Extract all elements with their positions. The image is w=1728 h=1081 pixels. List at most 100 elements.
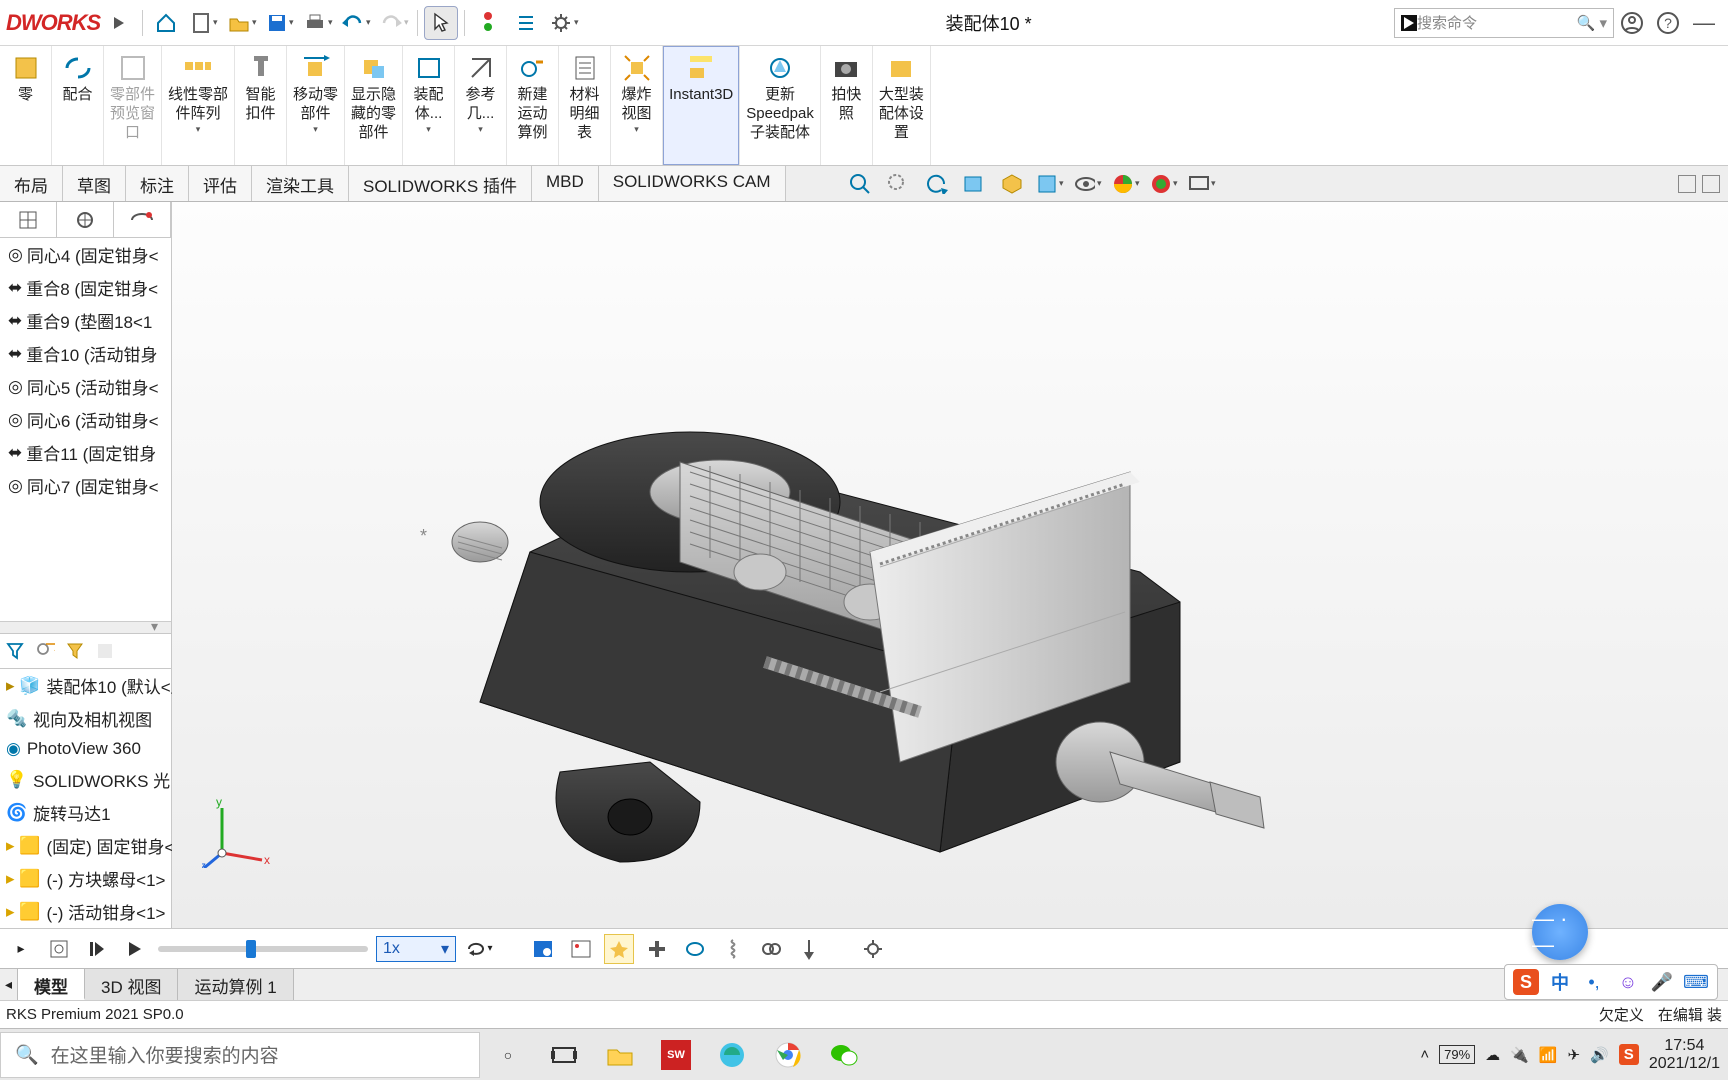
task-explorer-icon[interactable] [592, 1029, 648, 1081]
tab-scroll-left[interactable]: ◂ [0, 969, 18, 1000]
task-solidworks-icon[interactable]: SW [648, 1029, 704, 1081]
volume-icon[interactable]: 🔊 [1590, 1046, 1609, 1064]
spring-icon[interactable] [718, 934, 748, 964]
mate-item[interactable]: ⬌重合8 (固定钳身< [0, 271, 171, 304]
tab-layout[interactable]: 布局 [0, 166, 63, 201]
ribbon-smart-fastener[interactable]: 智能扣件 [235, 46, 287, 165]
undo-icon[interactable] [339, 6, 373, 40]
filter-icon[interactable] [0, 636, 30, 666]
print-icon[interactable] [301, 6, 335, 40]
select-icon[interactable] [424, 6, 458, 40]
tree-asm[interactable]: ▸ 🧊装配体10 (默认<显示 [0, 669, 171, 702]
btab-motion[interactable]: 运动算例 1 [178, 969, 293, 1000]
ribbon-ref-geom[interactable]: 参考几...▾ [455, 46, 507, 165]
task-taskview-icon[interactable] [536, 1029, 592, 1081]
3d-viewport[interactable]: * [172, 202, 1728, 928]
ribbon-explode[interactable]: 爆炸视图▾ [611, 46, 663, 165]
ribbon-mate[interactable]: 配合 [52, 46, 104, 165]
tab-evaluate[interactable]: 评估 [189, 166, 252, 201]
tab-annotate[interactable]: 标注 [126, 166, 189, 201]
key-auto-icon[interactable] [604, 934, 634, 964]
user-icon[interactable] [1614, 5, 1650, 41]
ribbon-new-motion[interactable]: 新建运动算例 [507, 46, 559, 165]
panel-left-icon[interactable] [1678, 175, 1696, 193]
slider-handle[interactable] [246, 940, 256, 958]
ime-tray-icon[interactable]: S [1619, 1044, 1639, 1065]
task-cortana-icon[interactable]: ○ [480, 1029, 536, 1081]
assistant-fab[interactable]: — · — [1532, 904, 1588, 960]
tree-motor[interactable]: 🌀旋转马达1 [0, 796, 171, 829]
tab-sketch[interactable]: 草图 [63, 166, 126, 201]
tree-part[interactable]: ▸ 🟨(固定) 固定钳身< [0, 829, 171, 862]
mate-item[interactable]: ◎同心4 (固定钳身< [0, 238, 171, 271]
ribbon-component[interactable]: 零 [0, 46, 52, 165]
traffic-icon[interactable] [471, 6, 505, 40]
mate-item[interactable]: ⬌重合9 (垫圈18<1 [0, 304, 171, 337]
motor-icon[interactable] [680, 934, 710, 964]
gear-icon[interactable] [547, 6, 581, 40]
result-filter-icon[interactable] [60, 636, 90, 666]
zoom-fit-icon[interactable] [846, 170, 874, 198]
ribbon-instant3d[interactable]: Instant3D [663, 46, 740, 165]
tab-plugins[interactable]: SOLIDWORKS 插件 [349, 166, 532, 201]
power-icon[interactable]: 🔌 [1510, 1046, 1529, 1064]
panel-right-icon[interactable] [1702, 175, 1720, 193]
ribbon-bom[interactable]: 材料明细表 [559, 46, 611, 165]
gravity-icon[interactable] [794, 934, 824, 964]
taskbar-clock[interactable]: 17:54 2021/12/1 [1649, 1037, 1720, 1072]
ribbon-large-asm[interactable]: 大型装配体设置 [873, 46, 931, 165]
tab-cam[interactable]: SOLIDWORKS CAM [599, 166, 786, 201]
ribbon-pattern[interactable]: 线性零部件阵列▾ [162, 46, 235, 165]
task-edge-icon[interactable] [704, 1029, 760, 1081]
tree-photoview[interactable]: ◉PhotoView 360 [0, 735, 171, 763]
hide-show-icon[interactable] [1074, 170, 1102, 198]
render-anim-icon[interactable] [566, 934, 596, 964]
tree-lights[interactable]: 💡SOLIDWORKS 光 [0, 763, 171, 796]
tree-part[interactable]: ▸ 🟨(-) 方块螺母<1> [0, 862, 171, 895]
ribbon-snapshot[interactable]: 拍快照 [821, 46, 873, 165]
home-icon[interactable] [149, 6, 183, 40]
help-icon[interactable]: ? [1650, 5, 1686, 41]
save-icon[interactable] [263, 6, 297, 40]
redo-icon[interactable] [377, 6, 411, 40]
ime-keyboard-icon[interactable]: ⌨ [1683, 969, 1709, 995]
task-chrome-icon[interactable] [760, 1029, 816, 1081]
minimize-icon[interactable]: — [1686, 5, 1722, 41]
tray-up-icon[interactable]: ˄ [1420, 1046, 1429, 1063]
section-icon[interactable] [960, 170, 988, 198]
play-icon[interactable] [120, 934, 150, 964]
ribbon-assembly-feat[interactable]: 装配体...▾ [403, 46, 455, 165]
tree-part[interactable]: ▸ 🟨(-) 活动钳身<1> [0, 895, 171, 928]
list-icon[interactable] [509, 6, 543, 40]
appearance-icon[interactable] [1112, 170, 1140, 198]
speed-field[interactable]: 1x▾ [376, 936, 456, 962]
key-icon[interactable] [90, 636, 120, 666]
view-orient-icon[interactable] [998, 170, 1026, 198]
prev-view-icon[interactable] [922, 170, 950, 198]
add-key-icon[interactable] [642, 934, 672, 964]
airplane-icon[interactable]: ✈ [1568, 1046, 1581, 1064]
wifi-icon[interactable]: 📶 [1539, 1046, 1558, 1064]
command-search[interactable]: 搜索命令 🔍 ▾ [1394, 8, 1614, 38]
play-icon[interactable] [102, 6, 136, 40]
fm-tab-1[interactable] [0, 202, 57, 237]
ime-mic-icon[interactable]: 🎤 [1649, 969, 1675, 995]
onedrive-icon[interactable]: ☁ [1485, 1046, 1500, 1064]
ribbon-move[interactable]: 移动零部件▾ [287, 46, 345, 165]
new-icon[interactable] [187, 6, 221, 40]
fm-tab-3[interactable] [114, 202, 171, 237]
mate-item[interactable]: ◎同心5 (活动钳身< [0, 370, 171, 403]
time-slider[interactable] [158, 946, 368, 952]
ime-bar[interactable]: S 中 •, ☺ 🎤 ⌨ [1504, 964, 1718, 1000]
ime-logo-icon[interactable]: S [1513, 969, 1539, 995]
play-from-start-icon[interactable] [82, 934, 112, 964]
expand-icon[interactable]: ▸ [6, 934, 36, 964]
contact-icon[interactable] [756, 934, 786, 964]
ribbon-speedpak[interactable]: 更新Speedpak子装配体 [740, 46, 821, 165]
task-wechat-icon[interactable] [816, 1029, 872, 1081]
ribbon-show-hidden[interactable]: 显示隐藏的零部件 [345, 46, 403, 165]
ime-emoji-icon[interactable]: ☺ [1615, 969, 1641, 995]
loop-icon[interactable]: ▾ [464, 934, 494, 964]
taskbar-search[interactable]: 🔍 在这里输入你要搜索的内容 [0, 1032, 480, 1078]
settings-icon[interactable] [858, 934, 888, 964]
